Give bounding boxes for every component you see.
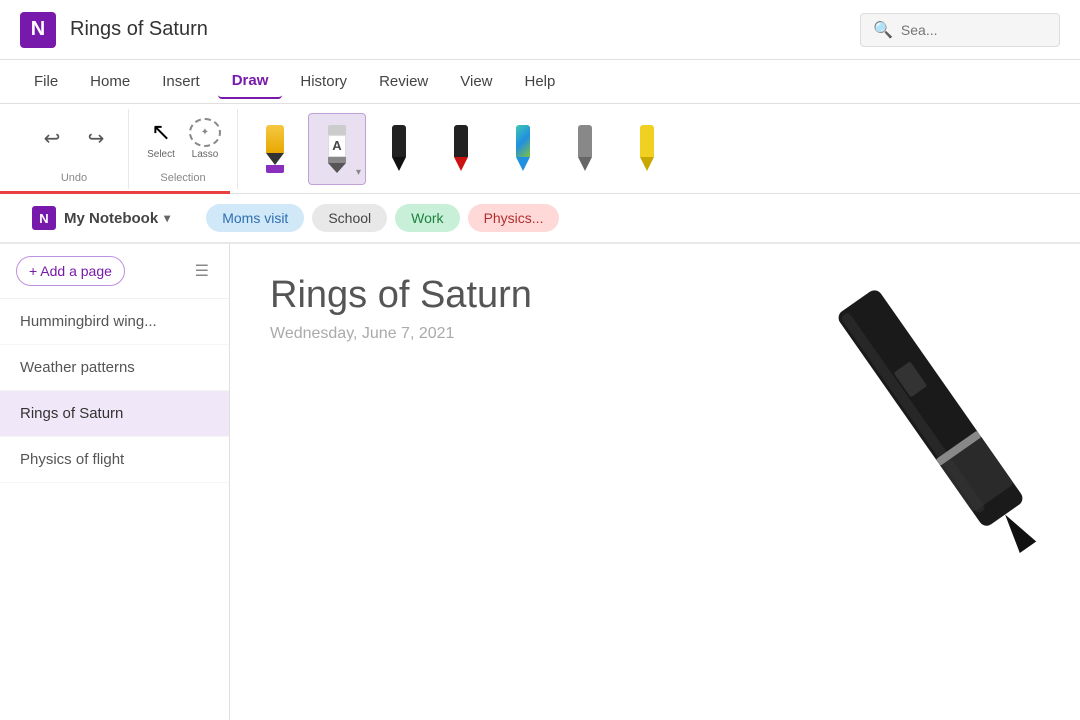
pen-yellow-shape	[263, 125, 287, 173]
menu-review[interactable]: Review	[365, 65, 442, 98]
note-date: Wednesday, June 7, 2021	[270, 325, 1040, 343]
menu-file[interactable]: File	[20, 65, 72, 98]
sort-button[interactable]: ☰	[191, 257, 213, 285]
search-box[interactable]: 🔍	[860, 13, 1060, 47]
title-bar: N Rings of Saturn 🔍	[0, 0, 1080, 60]
undo-icon: ↩	[44, 126, 61, 151]
page-item-physics[interactable]: Physics of flight	[0, 437, 229, 483]
toolbar: ↩ ↪ Undo ↖ Select ✦ Lasso Selection	[0, 104, 1080, 194]
menu-help[interactable]: Help	[511, 65, 570, 98]
pen-red-shape	[449, 125, 473, 173]
page-item-rings[interactable]: Rings of Saturn	[0, 391, 229, 437]
menu-draw[interactable]: Draw	[218, 64, 283, 99]
notebook-selector[interactable]: N My Notebook ▾	[20, 200, 182, 236]
pen-red[interactable]	[432, 113, 490, 185]
pen-white-shape: A	[325, 125, 349, 173]
select-button[interactable]: ↖ Select	[141, 114, 181, 164]
menu-insert[interactable]: Insert	[148, 65, 214, 98]
onenote-logo: N	[20, 12, 56, 48]
pen-teal[interactable]	[494, 113, 552, 185]
pen-tools: A ▾	[238, 109, 1060, 189]
cursor-icon: ↖	[151, 118, 171, 147]
lasso-label: Lasso	[192, 149, 219, 160]
add-page-button[interactable]: + Add a page	[16, 256, 125, 286]
redo-icon: ↪	[88, 126, 105, 151]
notebook-icon: N	[32, 206, 56, 230]
sidebar: + Add a page ☰ Hummingbird wing... Weath…	[0, 244, 230, 720]
search-input[interactable]	[901, 22, 1041, 38]
note-title: Rings of Saturn	[270, 274, 1040, 317]
pen-black-shape	[387, 125, 411, 173]
pen-yellow-highlighter[interactable]	[246, 113, 304, 185]
notebook-icon-letter: N	[39, 211, 48, 226]
lasso-icon: ✦	[189, 118, 221, 147]
section-tab-work[interactable]: Work	[395, 204, 459, 232]
selection-label: Selection	[160, 172, 205, 184]
section-tab-momsvisit[interactable]: Moms visit	[206, 204, 304, 232]
pen-yellow2-shape	[635, 125, 659, 173]
pen-yellow2[interactable]	[618, 113, 676, 185]
menu-bar: File Home Insert Draw History Review Vie…	[0, 60, 1080, 104]
lasso-button[interactable]: ✦ Lasso	[185, 114, 225, 164]
selection-group: ↖ Select ✦ Lasso Selection	[129, 109, 238, 189]
page-item-hummingbird[interactable]: Hummingbird wing...	[0, 299, 229, 345]
search-icon: 🔍	[873, 20, 893, 40]
page-list: Hummingbird wing... Weather patterns Rin…	[0, 299, 229, 720]
notebook-chevron-icon: ▾	[164, 211, 170, 225]
select-label: Select	[147, 149, 175, 160]
pen-gray[interactable]	[556, 113, 614, 185]
notebook-bar: N My Notebook ▾ Moms visit School Work P…	[0, 194, 1080, 244]
menu-history[interactable]: History	[286, 65, 361, 98]
undo-button[interactable]: ↩	[32, 114, 72, 164]
pen-dropdown-icon: ▾	[356, 167, 361, 178]
page-item-weather[interactable]: Weather patterns	[0, 345, 229, 391]
section-tab-school[interactable]: School	[312, 204, 387, 232]
section-tab-physics[interactable]: Physics...	[468, 204, 560, 232]
menu-home[interactable]: Home	[76, 65, 144, 98]
logo-letter: N	[31, 18, 45, 41]
sidebar-header: + Add a page ☰	[0, 244, 229, 299]
pen-white-selected[interactable]: A ▾	[308, 113, 366, 185]
pen-gray-shape	[573, 125, 597, 173]
note-area[interactable]: Rings of Saturn Wednesday, June 7, 2021	[230, 244, 1080, 720]
notebook-name: My Notebook	[64, 210, 158, 227]
content-area: + Add a page ☰ Hummingbird wing... Weath…	[0, 244, 1080, 720]
undo-group: ↩ ↪ Undo	[20, 109, 129, 189]
pen-teal-shape	[511, 125, 535, 173]
redo-button[interactable]: ↪	[76, 114, 116, 164]
app-title: Rings of Saturn	[70, 18, 860, 41]
pen-black[interactable]	[370, 113, 428, 185]
undo-label: Undo	[61, 172, 87, 184]
menu-view[interactable]: View	[446, 65, 506, 98]
